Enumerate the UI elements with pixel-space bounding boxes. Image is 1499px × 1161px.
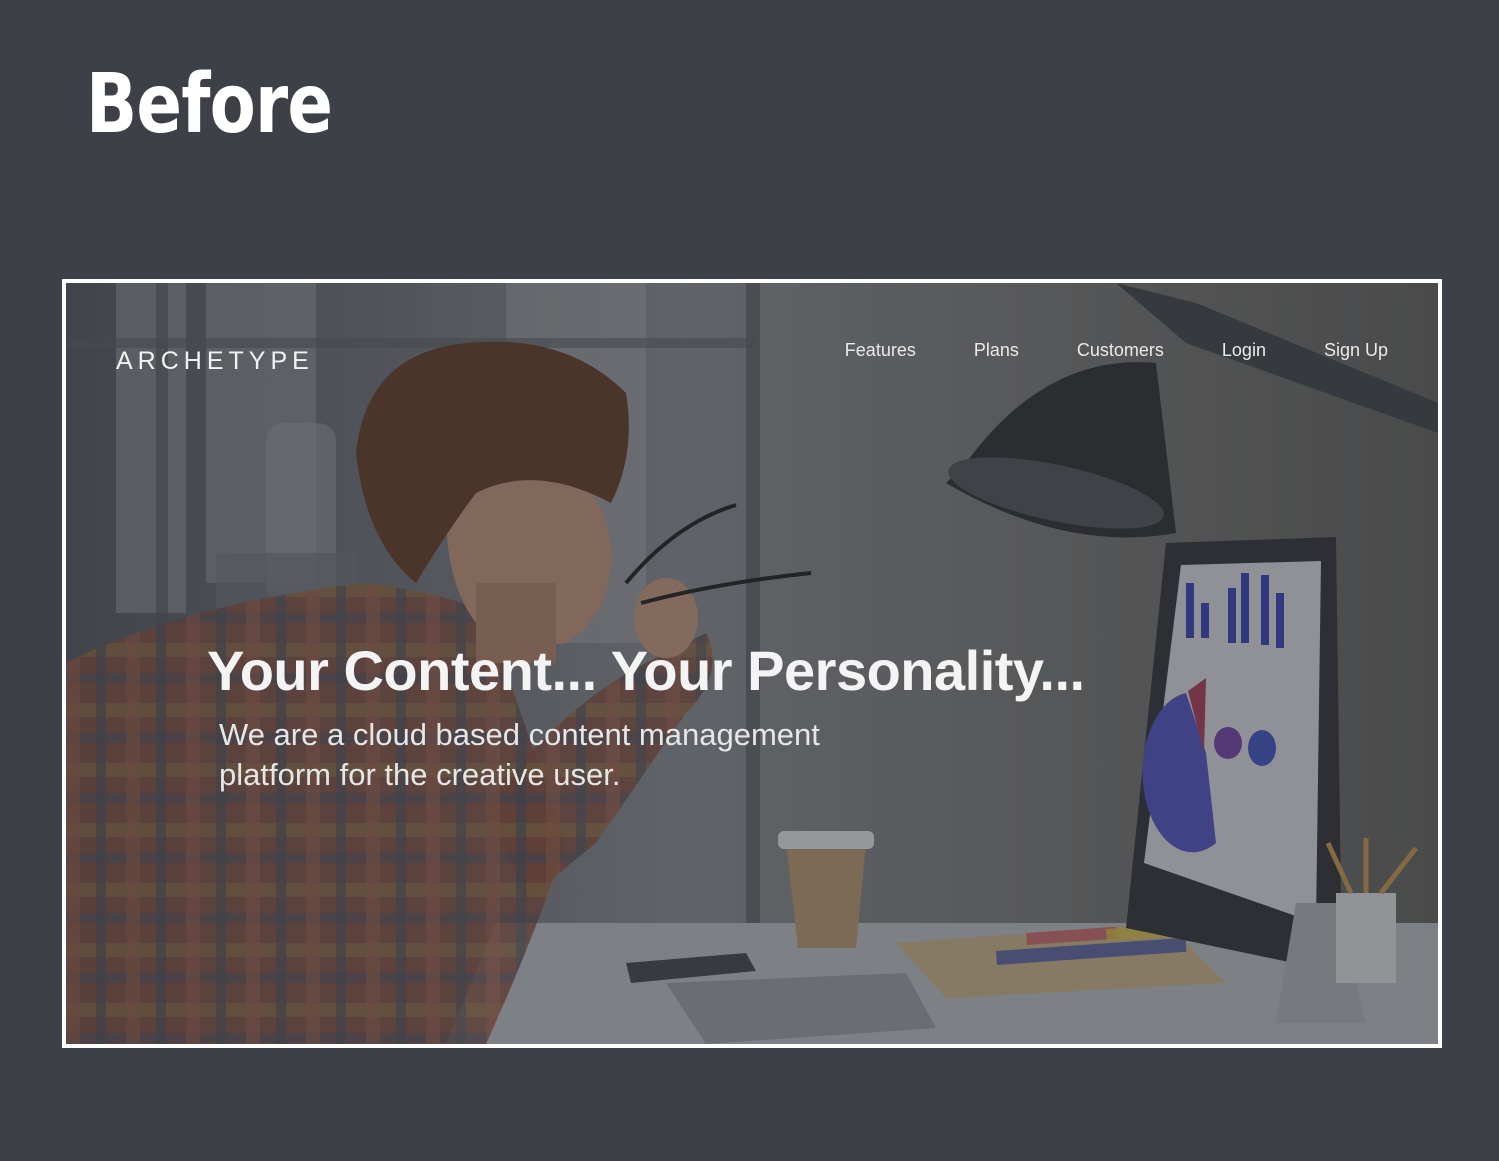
hero-subtitle: We are a cloud based content management … — [219, 717, 820, 792]
hero-title: Your Content... Your Personality... — [207, 639, 1085, 702]
site-nav: Features Plans Customers Login Sign Up — [787, 340, 1388, 361]
website-screenshot-frame: ARCHETYPE Features Plans Customers Login… — [62, 279, 1442, 1048]
nav-link-sign-up[interactable]: Sign Up — [1324, 340, 1388, 361]
site-logo[interactable]: ARCHETYPE — [116, 347, 314, 376]
slide-title: Before — [86, 57, 333, 152]
nav-link-login[interactable]: Login — [1222, 340, 1266, 361]
nav-link-plans[interactable]: Plans — [974, 340, 1019, 361]
nav-link-customers[interactable]: Customers — [1077, 340, 1164, 361]
nav-link-features[interactable]: Features — [845, 340, 916, 361]
